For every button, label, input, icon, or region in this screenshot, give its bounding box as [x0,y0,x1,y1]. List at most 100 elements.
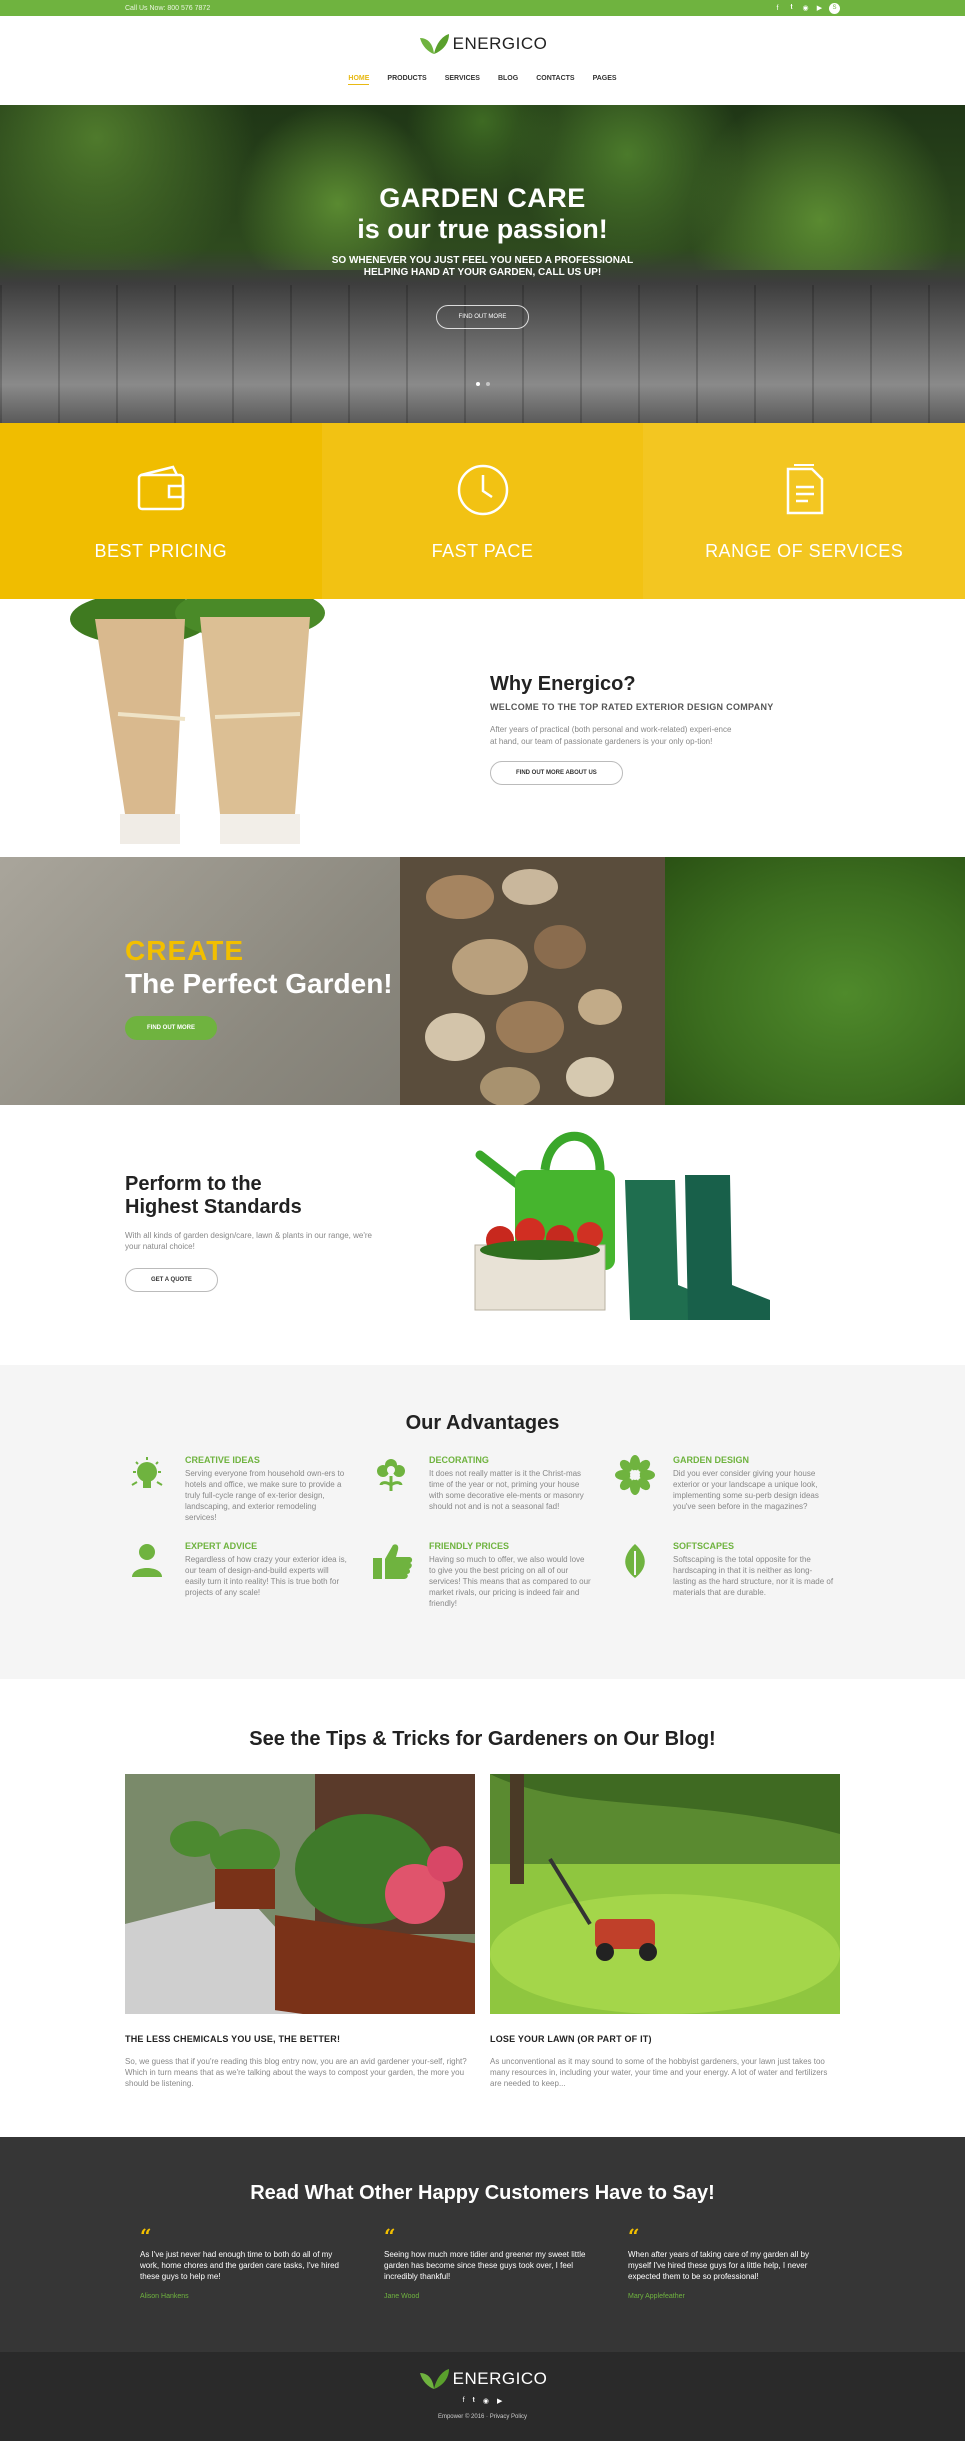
slider-dot[interactable] [485,382,490,386]
testimonials-list: “ As I've just never had enough time to … [140,2224,965,2300]
testimonial: “ As I've just never had enough time to … [140,2224,384,2300]
create-find-out-more-button[interactable]: FIND OUT MORE [125,1016,217,1040]
create-text-block: CREATE The Perfect Garden! FIND OUT MORE [125,935,393,1040]
testimonials-title: Read What Other Happy Customers Have to … [250,2182,715,2204]
nav-products[interactable]: PRODUCTS [387,75,426,85]
testimonials-section: Read What Other Happy Customers Have to … [0,2137,965,2352]
social-links: f 𝐭 ◉ ▶ S [773,2,840,14]
why-text-block: Why Energico? WELCOME TO THE TOP RATED E… [490,673,820,785]
nav-services[interactable]: SERVICES [445,75,480,85]
feature-label: FAST PACE [431,540,534,561]
testimonial: “ When after years of taking care of my … [628,2224,872,2300]
footer-social-links: f 𝐭 ◉ ▶ [463,2397,503,2405]
hero-text: SO WHENEVER YOU JUST FEEL YOU NEED A PRO… [331,255,634,278]
person-icon [132,1544,162,1577]
advantages-grid: CREATIVE IDEAS Serving everyone from hous… [125,1455,965,1609]
nav-home[interactable]: HOME [348,75,370,85]
advantages-title: Our Advantages [405,1412,560,1434]
blog-post-image-flower-planters[interactable] [125,1774,475,2014]
logo[interactable]: ENERGICO [418,31,548,57]
advantage-item: GARDEN DESIGN Did you ever consider givin… [613,1455,819,1523]
perform-title: Perform to the Highest Standards [125,1173,302,1218]
hero-title: GARDEN CARE [379,183,586,213]
blog-post-excerpt: As unconventional as it may sound to som… [490,2057,828,2088]
blog-posts: THE LESS CHEMICALS YOU USE, THE BETTER! … [125,1774,965,2089]
about-us-button[interactable]: FIND OUT MORE ABOUT US [490,761,623,785]
testimonial-author: Jane Wood [384,2293,420,2300]
feature-range-of-services: RANGE OF SERVICES [643,423,965,599]
advantage-text: Having so much to offer, we also would l… [429,1555,591,1608]
documents-icon [786,463,824,514]
advantage-item: DECORATING It does not really matter is i… [369,1455,613,1523]
site-footer: ENERGICO f 𝐭 ◉ ▶ Empower © 2016 · Privac… [0,2352,965,2441]
feature-label: RANGE OF SERVICES [705,540,904,561]
perform-text-block: Perform to the Highest Standards With all… [125,1173,395,1292]
feature-label: BEST PRICING [94,540,228,561]
wallet-icon [137,465,185,510]
leaf-icon [625,1544,645,1578]
pinterest-icon[interactable]: ◉ [801,4,810,12]
plant-pots-illustration [70,587,325,844]
nav-pages[interactable]: PAGES [593,75,617,85]
nav-contacts[interactable]: CONTACTS [536,75,574,85]
perform-section: Perform to the Highest Standards With all… [0,1105,965,1365]
main-nav: HOME PRODUCTS SERVICES BLOG CONTACTS PAG… [348,75,617,85]
quote-icon: “ [140,2224,152,2248]
feature-best-pricing: BEST PRICING [0,423,322,599]
facebook-icon[interactable]: f [773,5,782,12]
advantage-item: FRIENDLY PRICES Having so much to offer, … [369,1541,613,1609]
youtube-icon[interactable]: ▶ [815,4,824,12]
get-a-quote-button[interactable]: GET A QUOTE [125,1268,218,1292]
why-subtitle: WELCOME TO THE TOP RATED EXTERIOR DESIGN… [490,702,774,712]
skype-icon[interactable]: S [829,2,840,14]
blog-title: See the Tips & Tricks for Gardeners on O… [249,1728,716,1750]
quote-icon: “ [628,2224,640,2248]
thumbs-up-icon [373,1544,413,1579]
twitter-icon[interactable]: 𝐭 [787,4,796,12]
perform-description: With all kinds of garden design/care, la… [125,1231,372,1251]
slider-dot[interactable] [475,382,480,386]
advantage-title: DECORATING [429,1455,489,1465]
testimonial-text: When after years of taking care of my ga… [628,2250,809,2281]
youtube-icon[interactable]: ▶ [497,2397,502,2405]
advantage-text: Regardless of how crazy your exterior id… [185,1555,347,1597]
bush-background [665,857,965,1105]
facebook-icon[interactable]: f [463,2397,465,2405]
advantage-title: EXPERT ADVICE [185,1541,258,1551]
advantage-item: CREATIVE IDEAS Serving everyone from hous… [125,1455,369,1523]
advantage-text: Serving everyone from household own-ers … [185,1469,345,1522]
top-bar: Call Us Now: 800 576 7872 f 𝐭 ◉ ▶ S [0,0,965,16]
create-heading: CREATE [125,935,245,966]
hero-content: GARDEN CARE is our true passion! SO WHEN… [0,183,965,329]
testimonial-author: Mary Applefeather [628,2293,685,2300]
testimonial-text: As I've just never had enough time to bo… [140,2250,339,2281]
watering-can-and-boots-illustration [474,1131,770,1320]
nav-blog[interactable]: BLOG [498,75,518,85]
blog-post-excerpt: So, we guess that if you're reading this… [125,2057,467,2088]
quote-icon: “ [384,2224,396,2248]
feature-fast-pace: FAST PACE [321,423,644,599]
blog-post-title[interactable]: THE LESS CHEMICALS YOU USE, THE BETTER! [125,2034,475,2044]
testimonial: “ Seeing how much more tidier and greene… [384,2224,628,2300]
advantages-section: Our Advantages CREATIVE IDEAS Serving eve… [0,1365,965,1679]
blog-section: See the Tips & Tricks for Gardeners on O… [0,1679,965,2137]
flower-icon [377,1459,405,1491]
advantage-text: Did you ever consider giving your house … [673,1469,819,1511]
blog-post-image-lawn-mower[interactable] [490,1774,840,2014]
leaf-logo-icon [419,2369,449,2389]
brand-name: ENERGICO [452,34,548,53]
pinterest-icon[interactable]: ◉ [483,2397,489,2405]
testimonial-author: Alison Hankens [140,2293,189,2300]
clock-icon [457,464,508,515]
twitter-icon[interactable]: 𝐭 [473,2397,475,2405]
features-strip: BEST PRICING FAST PACE RANGE OF SERVICES [0,423,965,599]
hero-slider: GARDEN CARE is our true passion! SO WHEN… [0,105,965,423]
hero-find-out-more-button[interactable]: FIND OUT MORE [435,305,530,329]
why-title: Why Energico? [490,673,636,695]
blog-post-title[interactable]: LOSE YOUR LAWN (OR PART OF IT) [490,2034,840,2044]
advantage-item: SOFTSCAPES Softscaping is the total oppos… [613,1541,833,1609]
advantage-title: SOFTSCAPES [673,1541,735,1551]
blog-post: LOSE YOUR LAWN (OR PART OF IT) As unconv… [490,1774,840,2089]
footer-logo[interactable]: ENERGICO [418,2366,548,2392]
slider-dots [0,382,965,386]
